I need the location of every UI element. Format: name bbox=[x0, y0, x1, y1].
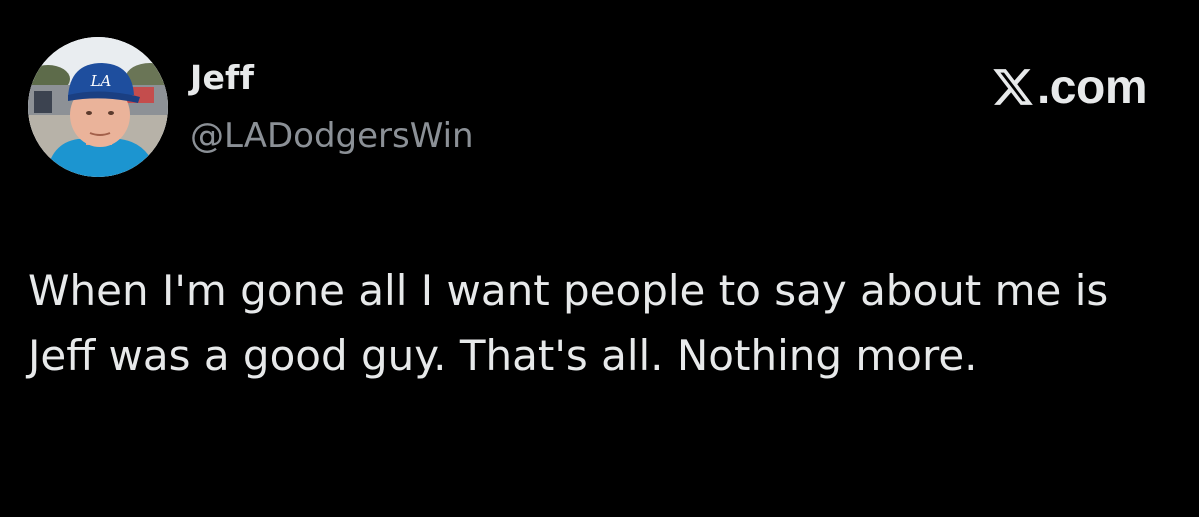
avatar[interactable]: LA bbox=[28, 37, 168, 177]
brand-domain: .com bbox=[1036, 60, 1148, 114]
author-display-name[interactable]: Jeff bbox=[190, 58, 254, 97]
tweet-text: When I'm gone all I want people to say a… bbox=[28, 266, 1109, 380]
tweet-card: LA Jeff @LADodgersWin .com When I'm gone… bbox=[0, 0, 1199, 517]
profile-photo: LA bbox=[28, 37, 168, 177]
author-handle[interactable]: @LADodgersWin bbox=[190, 116, 474, 156]
brand-link[interactable]: .com bbox=[991, 60, 1148, 114]
cap-logo: LA bbox=[90, 72, 112, 90]
x-logo-icon bbox=[993, 69, 1033, 105]
